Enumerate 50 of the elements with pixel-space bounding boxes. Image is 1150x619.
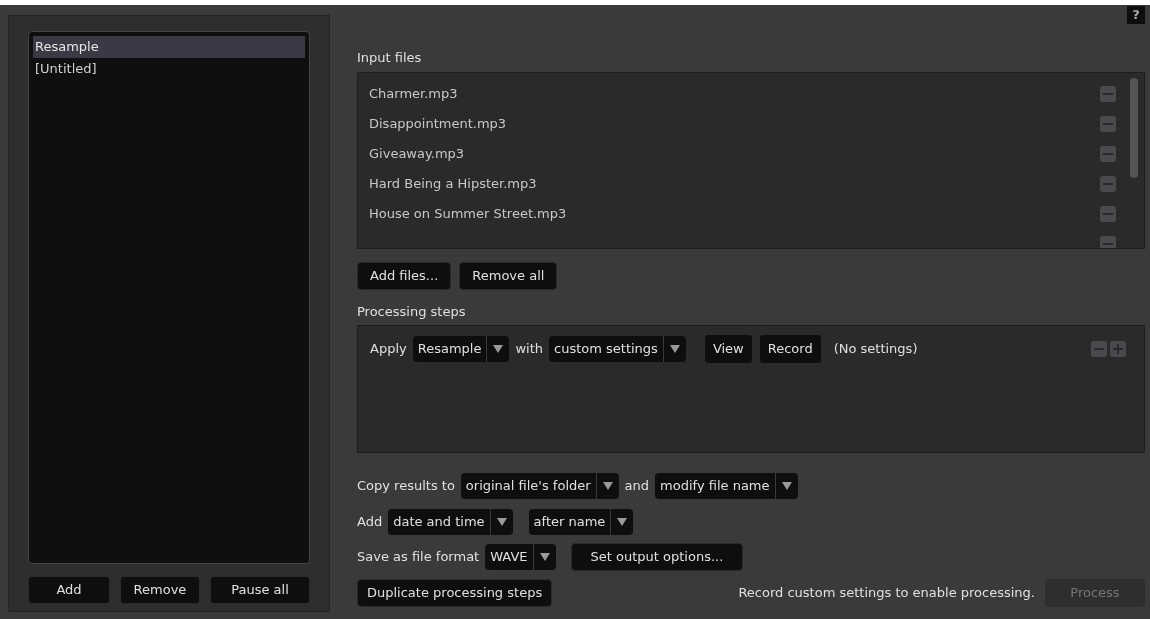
minus-icon[interactable] — [1100, 115, 1116, 132]
add-icon[interactable] — [1110, 341, 1126, 357]
preset-item[interactable]: [Untitled] — [33, 58, 305, 80]
output-options-button[interactable]: Set output options... — [570, 543, 744, 571]
caret-icon — [493, 345, 504, 353]
file-name[interactable]: Disappointment.mp3 — [369, 113, 507, 134]
minus-icon[interactable] — [1100, 205, 1116, 222]
file-name[interactable]: Charmer.mp3 — [369, 83, 458, 104]
step-label: with — [515, 340, 543, 359]
minus-icon[interactable] — [1091, 341, 1107, 357]
preset-button[interactable]: Pause all — [210, 576, 310, 604]
file-name[interactable]: Giveaway.mp3 — [369, 143, 465, 164]
option-label: and — [624, 477, 650, 496]
minus-icon[interactable] — [1100, 85, 1116, 102]
file-button[interactable]: Add files... — [357, 261, 452, 290]
preset-item[interactable]: Resample — [33, 36, 305, 58]
minus-icon[interactable] — [1100, 145, 1116, 162]
scrollbar[interactable] — [1130, 77, 1138, 178]
file-button[interactable]: Remove all — [459, 261, 558, 290]
suffix-dropdown[interactable]: date and time — [388, 509, 513, 535]
caret-icon — [539, 553, 550, 561]
preset-button[interactable]: Remove — [120, 576, 200, 604]
option-label: Copy results to — [357, 477, 455, 496]
file-name[interactable]: Hard Being a Hipster.mp3 — [369, 173, 537, 194]
section-label: Processing steps — [357, 302, 467, 321]
section-label: Input files — [357, 49, 423, 67]
caret-icon — [669, 345, 680, 353]
file-name[interactable]: House on Summer Street.mp3 — [369, 203, 567, 224]
caret-icon — [781, 482, 792, 490]
option-label: Add — [357, 513, 383, 532]
settings-note: (No settings) — [833, 340, 918, 359]
format-dropdown[interactable]: WAVE — [485, 544, 556, 570]
status-message: Record custom settings to enable processing. — [738, 584, 1035, 603]
minus-icon[interactable] — [1100, 235, 1116, 248]
duplicate-button[interactable]: Duplicate processing steps — [357, 579, 553, 607]
minus-icon[interactable] — [1100, 175, 1116, 192]
settings-dropdown[interactable]: custom settings — [549, 336, 686, 362]
help-button[interactable]: ? — [1127, 6, 1145, 24]
step-button[interactable]: Record — [758, 334, 822, 364]
caret-icon — [496, 518, 507, 526]
effect-dropdown[interactable]: Resample — [412, 336, 510, 362]
step-button[interactable]: View — [703, 334, 753, 364]
step-label: Apply — [370, 340, 407, 359]
preset-button[interactable]: Add — [28, 576, 110, 604]
naming-dropdown[interactable]: modify file name — [655, 473, 798, 499]
position-dropdown[interactable]: after name — [528, 509, 634, 535]
caret-icon — [617, 518, 628, 526]
option-label: Save as file format — [357, 548, 480, 567]
caret-icon — [602, 482, 613, 490]
destination-dropdown[interactable]: original file's folder — [460, 473, 619, 499]
